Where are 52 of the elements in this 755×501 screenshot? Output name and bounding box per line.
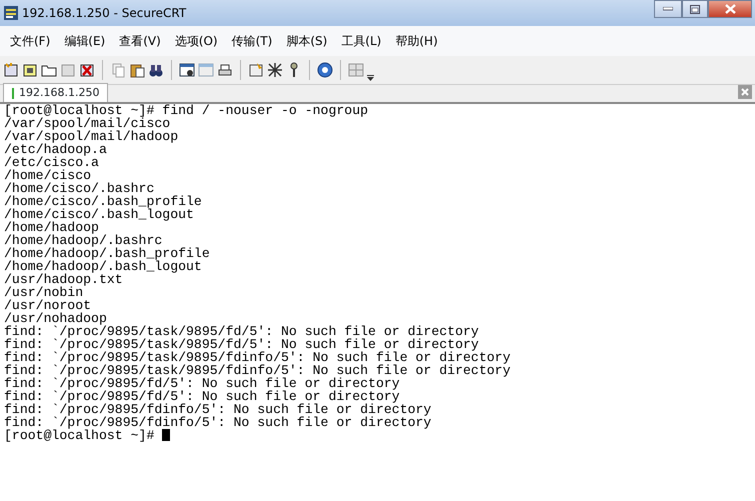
window-title: 192.168.1.250 - SecureCRT	[22, 5, 186, 22]
terminal-line: find: `/proc/9895/task/9895/fdinfo/5': No such file or directory	[4, 350, 510, 365]
app-icon	[3, 5, 19, 21]
menu-item[interactable]: 工具(L)	[334, 32, 388, 50]
terminal-line: find: `/proc/9895/fd/5': No such file or directory	[4, 389, 400, 404]
terminal-line: /var/spool/mail/cisco	[4, 116, 170, 131]
terminal-line: /usr/noroot	[4, 298, 92, 313]
terminal-line: /etc/hadoop.a	[4, 142, 107, 157]
menu-item[interactable]: 查看(V)	[112, 32, 168, 50]
session-tab[interactable]: 192.168.1.250	[3, 83, 108, 102]
terminal-line: find: `/proc/9895/task/9895/fd/5': No such file or directory	[4, 324, 479, 339]
minimize-icon	[663, 7, 673, 11]
menu-item[interactable]: 帮助(H)	[388, 32, 445, 50]
terminal-line: [root@localhost ~]#	[4, 428, 154, 443]
help-icon[interactable]	[317, 62, 333, 78]
binoculars-icon[interactable]	[148, 62, 164, 78]
terminal-line: /home/cisco	[4, 168, 92, 183]
terminal-line: /etc/cisco.a	[4, 155, 99, 170]
menu-item[interactable]: 文件(F)	[3, 32, 58, 50]
paste-icon[interactable]	[129, 62, 145, 78]
terminal-line: find: `/proc/9895/task/9895/fd/5': No such file or directory	[4, 337, 479, 352]
close-button[interactable]	[708, 0, 752, 18]
close-icon	[724, 4, 736, 14]
menu-item[interactable]: 选项(O)	[168, 32, 225, 50]
window-icon[interactable]	[179, 62, 195, 78]
menu-item[interactable]: 传输(T)	[224, 32, 280, 50]
menu-item[interactable]: 脚本(S)	[279, 32, 334, 50]
close-tab-icon[interactable]	[738, 85, 752, 99]
terminal-line: /home/hadoop	[4, 220, 99, 235]
terminal-line: [root@localhost ~]# find / -nouser -o -nogroup	[4, 103, 368, 118]
terminal-line: find: `/proc/9895/fd/5': No such file or directory	[4, 376, 400, 391]
terminal-line: find: `/proc/9895/task/9895/fdinfo/5': No such file or directory	[4, 363, 510, 378]
maximize-button[interactable]	[682, 0, 708, 18]
terminal-line: /home/hadoop/.bash_logout	[4, 259, 202, 274]
terminal-line: /home/cisco/.bash_logout	[4, 207, 194, 222]
terminal-line: /home/hadoop/.bashrc	[4, 233, 162, 248]
sparkle-icon[interactable]	[267, 62, 283, 78]
minimize-button[interactable]	[654, 0, 682, 18]
terminal-line: find: `/proc/9895/fdinfo/5': No such file or directory	[4, 415, 432, 430]
terminal-line: /usr/hadoop.txt	[4, 272, 123, 287]
disconnect-icon[interactable]	[79, 62, 95, 78]
printer-icon[interactable]	[217, 62, 233, 78]
terminal-line: /home/cisco/.bash_profile	[4, 194, 202, 209]
terminal-line: /var/spool/mail/hadoop	[4, 129, 178, 144]
terminal-line: find: `/proc/9895/fdinfo/5': No such file or directory	[4, 402, 432, 417]
dropdown-icon[interactable]	[367, 75, 374, 81]
terminal-line: /home/cisco/.bashrc	[4, 181, 154, 196]
terminal-line: /usr/nohadoop	[4, 311, 107, 326]
menu-item[interactable]: 编辑(E)	[57, 32, 112, 50]
maximize-icon	[690, 4, 700, 14]
terminal-line: /usr/nobin	[4, 285, 84, 300]
terminal-line: /home/hadoop/.bash_profile	[4, 246, 210, 261]
